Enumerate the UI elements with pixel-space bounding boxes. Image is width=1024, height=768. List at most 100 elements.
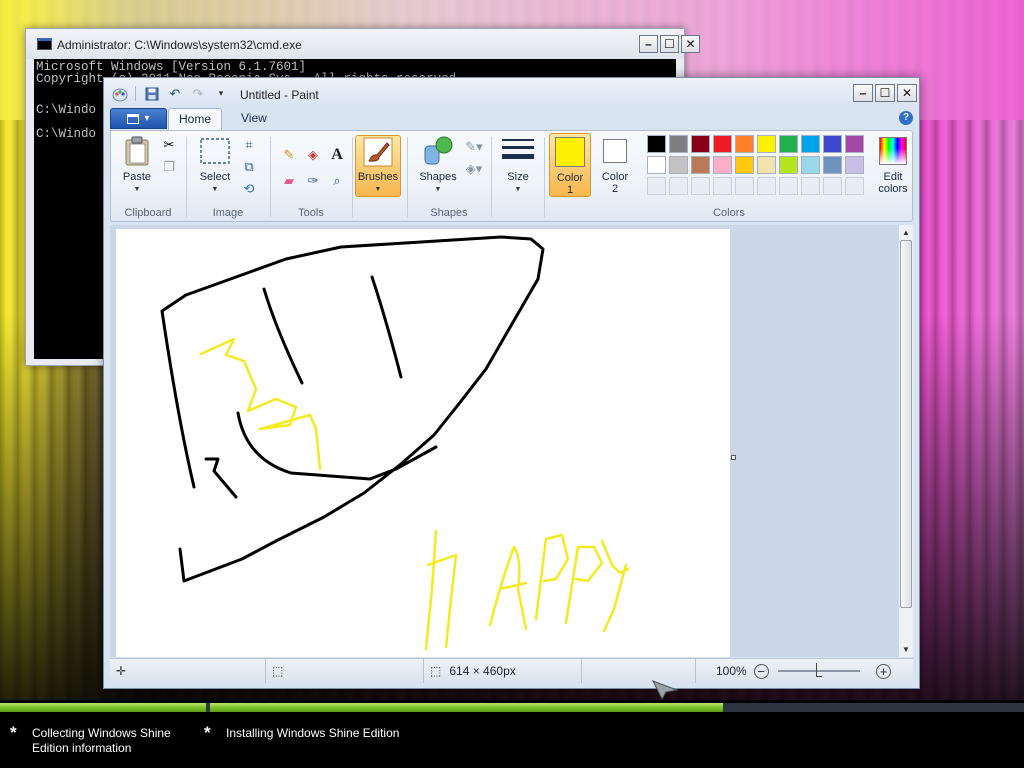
color2-button[interactable]: Color 2 <box>595 133 635 199</box>
maximize-button[interactable]: ☐ <box>875 84 895 102</box>
brushes-button[interactable]: Brushes ▼ <box>355 135 401 197</box>
quick-access-toolbar: ↶ ↷ ▾ <box>110 85 234 102</box>
yellow-stroke <box>199 337 322 471</box>
step-star-icon: * <box>204 723 211 742</box>
canvas-work-area[interactable] <box>110 225 898 657</box>
minimize-button[interactable]: – <box>639 35 658 53</box>
pencil-icon[interactable]: ✎ <box>279 145 299 165</box>
clipboard-group: Paste ▼ ✂ ❐ Clipboard <box>111 131 185 221</box>
color-swatch[interactable] <box>845 156 864 174</box>
tab-home[interactable]: Home <box>168 108 223 130</box>
color-swatch[interactable] <box>779 135 798 153</box>
copy-icon[interactable]: ❐ <box>159 157 179 177</box>
minimize-button[interactable]: – <box>853 84 873 102</box>
scrollbar-thumb[interactable] <box>900 240 912 608</box>
color-picker-icon[interactable]: ✑ <box>303 171 323 191</box>
color-swatch[interactable] <box>823 135 842 153</box>
paint-menu-button[interactable]: ▾ <box>110 108 167 129</box>
custom-color-slot[interactable] <box>779 177 798 195</box>
setup-progress-step2 <box>210 703 723 712</box>
color2-number: 2 <box>611 183 619 195</box>
color-swatch[interactable] <box>757 135 776 153</box>
chevron-down-icon: ▼ <box>133 186 141 193</box>
brush-icon <box>362 136 394 167</box>
color-swatch[interactable] <box>691 135 710 153</box>
paint-window[interactable]: ↶ ↷ ▾ Untitled - Paint – ☐ ✕ ▾ Home View… <box>103 77 920 689</box>
vertical-scrollbar[interactable]: ▲ ▼ <box>898 225 913 657</box>
outline-icon[interactable]: ✎▾ <box>464 137 484 157</box>
color-swatch[interactable] <box>801 156 820 174</box>
chevron-down-icon: ▼ <box>374 186 382 193</box>
color-swatch[interactable] <box>669 135 688 153</box>
tools-group: ✎ ◈ A ▰ ✑ ⌕ Tools <box>271 131 351 221</box>
paint-title-bar[interactable]: ↶ ↷ ▾ Untitled - Paint – ☐ ✕ <box>104 78 919 108</box>
resize-icon[interactable]: ⧉ <box>239 157 259 177</box>
zoom-out-icon[interactable]: − <box>753 663 769 679</box>
black-stroke <box>370 275 403 379</box>
custom-color-slot[interactable] <box>757 177 776 195</box>
edit-colors-button[interactable]: Edit colors <box>875 133 911 199</box>
line-size-icon <box>502 135 534 167</box>
shapes-button[interactable]: Shapes ▼ <box>416 135 460 201</box>
custom-color-slot[interactable] <box>801 177 820 195</box>
close-button[interactable]: ✕ <box>681 35 700 53</box>
undo-icon[interactable]: ↶ <box>165 85 185 102</box>
close-button[interactable]: ✕ <box>897 84 917 102</box>
cmd-title-bar[interactable]: Administrator: C:\Windows\system32\cmd.e… <box>26 29 700 59</box>
select-button[interactable]: Select ▼ <box>195 135 235 201</box>
custom-color-slot[interactable] <box>691 177 710 195</box>
image-size-cell: ⬚ 614 × 460px <box>424 659 582 683</box>
zoom-slider-thumb[interactable] <box>816 663 822 677</box>
edit-colors-label: Edit <box>883 171 903 183</box>
color-swatch[interactable] <box>779 156 798 174</box>
color-swatch[interactable] <box>713 135 732 153</box>
help-icon[interactable]: ? <box>899 111 913 125</box>
fill-icon[interactable]: ◈ <box>303 145 323 165</box>
color-swatch[interactable] <box>823 156 842 174</box>
custom-color-slot[interactable] <box>713 177 732 195</box>
color1-button[interactable]: Color 1 <box>549 133 591 197</box>
color-swatch[interactable] <box>845 135 864 153</box>
tab-view[interactable]: View <box>231 108 277 130</box>
rotate-icon[interactable]: ⟲ <box>239 179 259 199</box>
paste-button[interactable]: Paste ▼ <box>117 135 157 201</box>
save-icon[interactable] <box>142 85 162 102</box>
color-swatch[interactable] <box>713 156 732 174</box>
color-swatch[interactable] <box>735 156 754 174</box>
color-swatch[interactable] <box>735 135 754 153</box>
size-label: Size <box>507 171 529 183</box>
text-icon[interactable]: A <box>327 145 347 165</box>
color-swatch[interactable] <box>757 156 776 174</box>
custom-color-slot[interactable] <box>845 177 864 195</box>
customize-qat-icon[interactable]: ▾ <box>211 85 231 102</box>
custom-color-slot[interactable] <box>647 177 666 195</box>
custom-color-slot[interactable] <box>669 177 688 195</box>
color-swatch[interactable] <box>647 135 666 153</box>
color-swatch[interactable] <box>801 135 820 153</box>
clipboard-group-label: Clipboard <box>124 207 172 219</box>
custom-color-slot[interactable] <box>735 177 754 195</box>
color-swatch[interactable] <box>647 156 666 174</box>
scroll-up-icon[interactable]: ▲ <box>899 225 913 240</box>
colors-group-label: Colors <box>713 207 745 219</box>
canvas-resize-handle[interactable] <box>731 455 736 460</box>
edit-colors-label-2: colors <box>878 183 908 195</box>
color-swatch[interactable] <box>669 156 688 174</box>
zoom-in-icon[interactable]: + <box>876 663 891 679</box>
size-button[interactable]: Size ▼ <box>497 135 539 201</box>
maximize-button[interactable]: ☐ <box>660 35 679 53</box>
magnifier-icon[interactable]: ⌕ <box>327 171 347 191</box>
cut-icon[interactable]: ✂ <box>159 135 179 155</box>
ribbon: Paste ▼ ✂ ❐ Clipboard Select ▼ ⌗ ⧉ ⟲ Ima… <box>110 130 913 222</box>
color-swatch[interactable] <box>691 156 710 174</box>
crop-icon[interactable]: ⌗ <box>239 135 259 155</box>
drawing-canvas[interactable] <box>116 229 730 657</box>
redo-icon[interactable]: ↷ <box>188 85 208 102</box>
group-divider <box>491 137 492 217</box>
eraser-icon[interactable]: ▰ <box>279 171 299 191</box>
scroll-down-icon[interactable]: ▼ <box>899 642 913 657</box>
black-stroke <box>236 411 438 481</box>
custom-color-slot[interactable] <box>823 177 842 195</box>
setup-progress-track <box>0 703 1024 712</box>
fill-shape-icon[interactable]: ◈▾ <box>464 159 484 179</box>
